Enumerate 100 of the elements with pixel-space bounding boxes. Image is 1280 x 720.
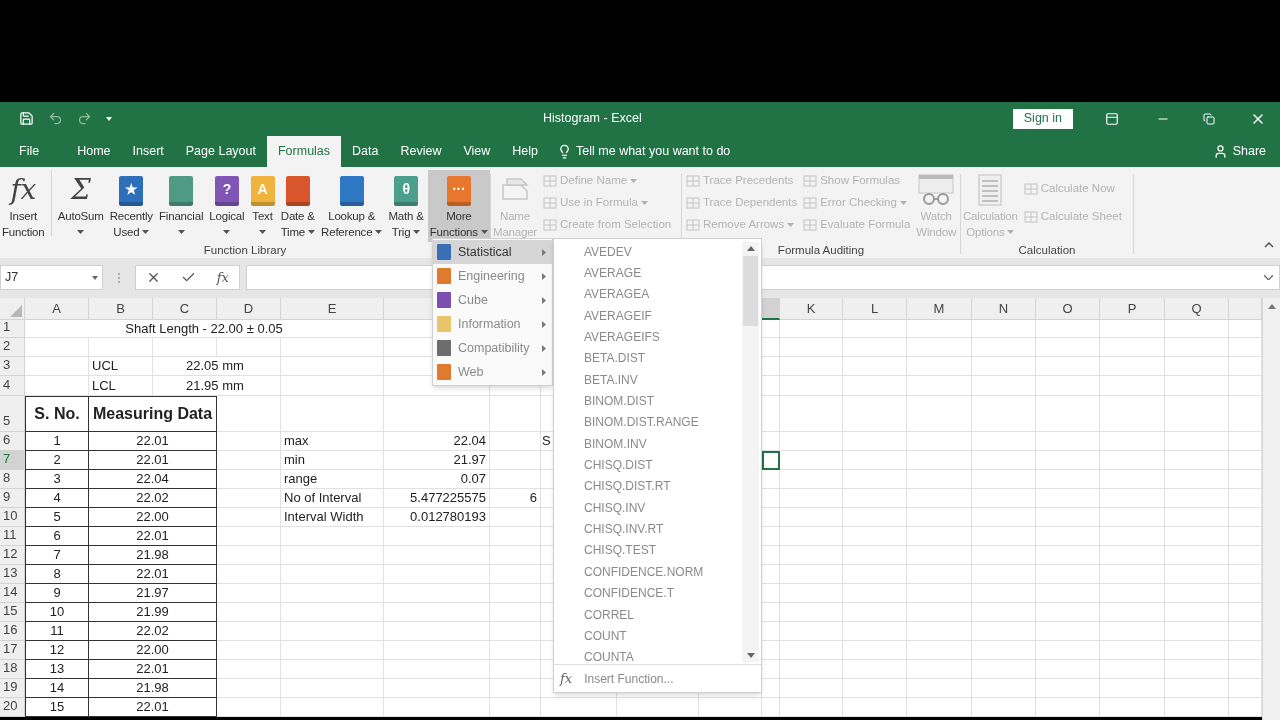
ribbon-button[interactable]: fx Insert Function: [0, 170, 47, 242]
ribbon-button[interactable]: ★ Recently Used: [107, 170, 155, 242]
column-header[interactable]: [762, 298, 780, 320]
insert-function-item[interactable]: fx Insert Function...: [554, 664, 761, 692]
tell-me-field[interactable]: Tell me what you want to do: [576, 142, 731, 161]
row-header[interactable]: 14: [0, 584, 25, 603]
row-header[interactable]: 2: [0, 338, 25, 357]
menu-item[interactable]: Web: [433, 360, 552, 384]
menu-item[interactable]: AVEDEV: [554, 241, 742, 263]
ribbon-tab[interactable]: File: [8, 136, 51, 167]
ribbon-tab[interactable]: Help: [501, 136, 550, 167]
row-header[interactable]: 17: [0, 641, 25, 660]
menu-item[interactable]: CHISQ.DIST: [554, 454, 742, 476]
ribbon-button[interactable]: Financial: [157, 170, 206, 242]
table-cell[interactable]: [1165, 698, 1229, 717]
select-all-icon[interactable]: [10, 305, 22, 317]
table-cell[interactable]: [617, 698, 699, 717]
menu-scrollbar[interactable]: [742, 242, 759, 662]
table-cell[interactable]: [843, 698, 907, 717]
ribbon-button[interactable]: Σ AutoSum: [55, 170, 106, 242]
row-header[interactable]: 15: [0, 603, 25, 622]
menu-item[interactable]: AVERAGEIFS: [554, 326, 742, 348]
row-header[interactable]: 5: [0, 396, 25, 432]
ribbon-button[interactable]: A Text: [248, 170, 277, 242]
menu-item[interactable]: AVERAGEIF: [554, 305, 742, 327]
customize-icon[interactable]: [106, 115, 112, 122]
table-cell[interactable]: [762, 698, 780, 717]
table-cell[interactable]: [25, 376, 89, 396]
table-cell[interactable]: [490, 698, 541, 717]
ribbon-tab[interactable]: View: [452, 136, 502, 167]
row-header[interactable]: 7: [0, 451, 25, 470]
ribbon-display-icon[interactable]: [1105, 111, 1119, 126]
menu-item[interactable]: AVERAGE: [554, 262, 742, 284]
ribbon-button[interactable]: θ Math & Trig: [386, 170, 426, 242]
collapse-ribbon-icon[interactable]: [1264, 242, 1274, 248]
row-header[interactable]: 16: [0, 622, 25, 641]
table-cell[interactable]: [972, 698, 1036, 717]
row-header[interactable]: 6: [0, 432, 25, 451]
ribbon-button[interactable]: Lookup & Reference: [319, 170, 385, 242]
row-header[interactable]: 4: [0, 376, 25, 396]
book-icon: A: [250, 176, 275, 206]
table-cell[interactable]: [699, 698, 762, 717]
sign-in-button[interactable]: Sign in: [1012, 108, 1073, 129]
table-cell[interactable]: [1036, 698, 1100, 717]
row-header[interactable]: 10: [0, 508, 25, 527]
grid-icon: [803, 218, 818, 232]
submenu-arrow-icon: [542, 272, 546, 280]
ribbon-button[interactable]: ··· More Functions: [427, 170, 490, 242]
menu-item[interactable]: BINOM.DIST.RANGE: [554, 411, 742, 434]
ribbon-tab[interactable]: Insert: [121, 136, 175, 167]
menu-item[interactable]: Cube: [433, 288, 552, 312]
grid-icon: [803, 174, 818, 188]
menu-item[interactable]: Compatibility: [433, 336, 552, 360]
menu-item[interactable]: Information: [433, 312, 552, 336]
ribbon-tab[interactable]: Home: [66, 136, 122, 167]
menu-item[interactable]: CHISQ.INV: [554, 497, 742, 519]
menu-item[interactable]: COUNT: [554, 625, 742, 647]
share-button[interactable]: Share: [1212, 136, 1280, 167]
row-header[interactable]: 3: [0, 357, 25, 376]
ribbon-tab[interactable]: Page Layout: [174, 136, 267, 167]
table-cell[interactable]: [541, 698, 617, 717]
menu-item[interactable]: AVERAGEA: [554, 283, 742, 306]
insert-function-button[interactable]: fx: [216, 267, 229, 288]
ribbon-button[interactable]: Date & Time: [278, 170, 317, 242]
menu-item[interactable]: Statistical: [433, 240, 552, 264]
menu-item[interactable]: CONFIDENCE.NORM: [554, 561, 742, 583]
name-box[interactable]: J7: [0, 265, 103, 290]
table-cell[interactable]: [780, 698, 843, 717]
restore-icon[interactable]: [1203, 112, 1215, 125]
vertical-scrollbar[interactable]: [1262, 298, 1280, 720]
table-cell[interactable]: [907, 698, 972, 717]
menu-item[interactable]: CHISQ.INV.RT: [554, 518, 742, 540]
row-header[interactable]: 19: [0, 679, 25, 698]
row-header[interactable]: 20: [0, 698, 25, 717]
table-cell[interactable]: [384, 698, 490, 717]
row-header[interactable]: 1: [0, 320, 25, 338]
row-header[interactable]: 13: [0, 565, 25, 584]
table-cell[interactable]: [217, 698, 281, 717]
menu-item[interactable]: CHISQ.TEST: [554, 539, 742, 562]
menu-item[interactable]: CONFIDENCE.T: [554, 582, 742, 604]
save-icon[interactable]: [19, 111, 34, 126]
row-header[interactable]: 18: [0, 660, 25, 679]
table-cell[interactable]: [1100, 698, 1165, 717]
expand-icon[interactable]: [1264, 275, 1273, 280]
menu-item[interactable]: CHISQ.DIST.RT: [554, 475, 742, 498]
ribbon-button[interactable]: ? Logical: [207, 170, 247, 242]
ribbon-tab[interactable]: Formulas: [266, 136, 342, 167]
menu-item[interactable]: Engineering: [433, 264, 552, 288]
row-header[interactable]: 9: [0, 489, 25, 508]
row-header[interactable]: 11: [0, 527, 25, 546]
row-header[interactable]: 12: [0, 546, 25, 565]
table-cell[interactable]: [281, 698, 384, 717]
row-header[interactable]: 8: [0, 470, 25, 489]
menu-item[interactable]: BETA.INV: [554, 369, 742, 391]
ribbon-tab[interactable]: Data: [341, 136, 390, 167]
menu-item[interactable]: CORREL: [554, 603, 742, 626]
menu-item[interactable]: BINOM.DIST: [554, 390, 742, 412]
ribbon-tab[interactable]: Review: [389, 136, 453, 167]
menu-item[interactable]: BETA.DIST: [554, 347, 742, 370]
scroll-thumb[interactable]: [743, 256, 758, 326]
